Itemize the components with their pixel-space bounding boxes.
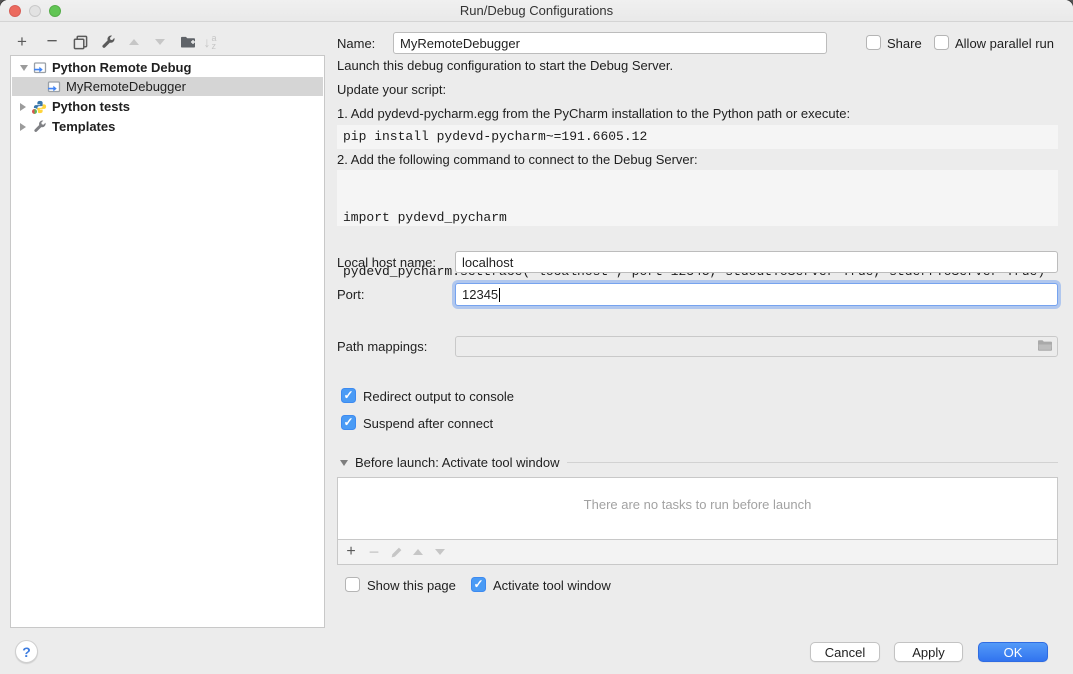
browse-folder-icon[interactable]	[1037, 339, 1053, 355]
path-mappings-label: Path mappings:	[337, 339, 427, 355]
port-value: 12345	[462, 287, 498, 302]
move-up-icon[interactable]	[124, 32, 144, 52]
tree-item-label: Templates	[52, 119, 115, 134]
before-launch-tasks-panel[interactable]: There are no tasks to run before launch	[337, 477, 1058, 540]
section-divider	[567, 462, 1058, 463]
move-task-down-icon[interactable]	[430, 542, 450, 562]
remove-task-icon[interactable]: −	[364, 542, 384, 562]
edit-defaults-wrench-icon[interactable]	[98, 32, 118, 52]
activate-tool-window-checkbox[interactable]	[471, 577, 486, 592]
add-task-icon[interactable]: +	[341, 542, 361, 562]
move-task-up-icon[interactable]	[408, 542, 428, 562]
apply-button[interactable]: Apply	[894, 642, 963, 662]
activate-tool-window-label: Activate tool window	[493, 578, 611, 594]
allow-parallel-run-label: Allow parallel run	[955, 36, 1054, 52]
share-checkbox[interactable]	[866, 35, 881, 50]
settrace-code-line-1: import pydevd_pycharm	[343, 209, 1052, 227]
tree-item-templates[interactable]: Templates	[12, 117, 323, 136]
run-debug-configurations-dialog: Run/Debug Configurations + − ↓az Python …	[0, 0, 1073, 674]
show-this-page-label: Show this page	[367, 578, 456, 594]
new-folder-icon[interactable]	[178, 32, 198, 52]
edit-task-pencil-icon[interactable]	[386, 542, 406, 562]
help-button[interactable]: ?	[15, 640, 38, 663]
local-host-name-input[interactable]	[455, 251, 1058, 273]
name-input[interactable]	[393, 32, 827, 54]
remove-icon[interactable]: −	[42, 32, 62, 52]
port-input[interactable]: 12345	[455, 283, 1058, 306]
settrace-code[interactable]: import pydevd_pycharm pydevd_pycharm.set…	[337, 170, 1058, 226]
path-mappings-input[interactable]	[455, 336, 1058, 357]
tests-badge	[31, 108, 38, 115]
name-label: Name:	[337, 36, 375, 52]
tasks-toolbar: + −	[337, 540, 1058, 565]
python-tests-icon	[33, 100, 48, 114]
local-host-name-label: Local host name:	[337, 255, 436, 271]
chevron-right-icon[interactable]	[20, 123, 26, 131]
ok-button[interactable]: OK	[978, 642, 1048, 662]
suspend-after-connect-label: Suspend after connect	[363, 416, 493, 432]
description-line-2: Update your script:	[337, 82, 446, 98]
port-label: Port:	[337, 287, 364, 303]
tree-item-label: MyRemoteDebugger	[66, 79, 186, 94]
allow-parallel-run-checkbox[interactable]	[934, 35, 949, 50]
step-1-text: 1. Add pydevd-pycharm.egg from the PyCha…	[337, 106, 850, 122]
titlebar: Run/Debug Configurations	[0, 0, 1073, 22]
share-label: Share	[887, 36, 922, 52]
redirect-output-label: Redirect output to console	[363, 389, 514, 405]
move-down-icon[interactable]	[150, 32, 170, 52]
sort-alphabetically-icon[interactable]: ↓az	[200, 32, 220, 52]
tree-item-python-remote-debug[interactable]: Python Remote Debug	[12, 58, 323, 77]
remote-debug-config-icon	[33, 61, 48, 75]
cancel-button[interactable]: Cancel	[810, 642, 880, 662]
redirect-output-checkbox[interactable]	[341, 388, 356, 403]
show-this-page-checkbox[interactable]	[345, 577, 360, 592]
before-launch-title[interactable]: Before launch: Activate tool window	[355, 455, 560, 471]
tree-item-label: Python tests	[52, 99, 130, 114]
copy-icon[interactable]	[70, 32, 90, 52]
step-2-text: 2. Add the following command to connect …	[337, 152, 698, 168]
remote-debug-config-icon	[47, 80, 62, 94]
pip-install-code[interactable]: pip install pydevd-pycharm~=191.6605.12	[337, 125, 1058, 149]
collapse-section-icon[interactable]	[340, 460, 348, 466]
configurations-tree: Python Remote Debug MyRemoteDebugger Pyt…	[10, 55, 325, 628]
tree-item-label: Python Remote Debug	[52, 60, 191, 75]
wrench-icon	[33, 120, 48, 134]
tasks-empty-text: There are no tasks to run before launch	[338, 497, 1057, 512]
chevron-down-icon[interactable]	[20, 65, 28, 71]
window-title: Run/Debug Configurations	[0, 0, 1073, 21]
add-icon[interactable]: +	[12, 32, 32, 52]
chevron-right-icon[interactable]	[20, 103, 26, 111]
text-caret	[499, 288, 500, 302]
suspend-after-connect-checkbox[interactable]	[341, 415, 356, 430]
description-line-1: Launch this debug configuration to start…	[337, 58, 673, 74]
tree-item-python-tests[interactable]: Python tests	[12, 97, 323, 116]
tree-item-my-remote-debugger[interactable]: MyRemoteDebugger	[12, 77, 323, 96]
